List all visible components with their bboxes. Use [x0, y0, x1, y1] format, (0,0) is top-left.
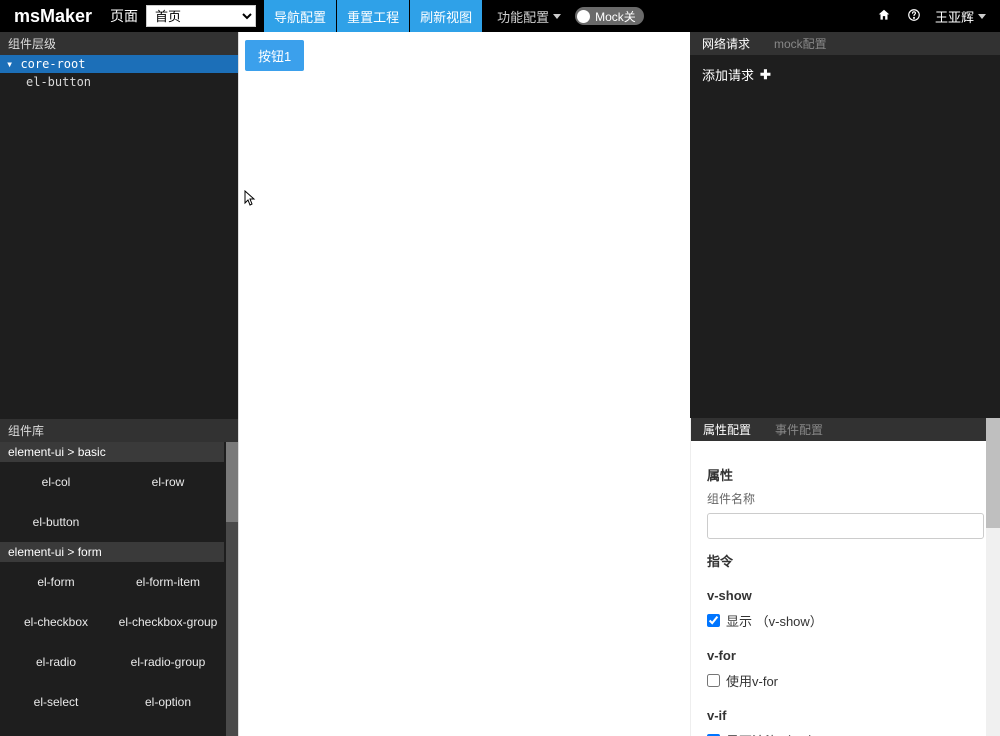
lib-item[interactable]: el-select — [0, 682, 112, 722]
mock-toggle[interactable]: Mock关 — [575, 7, 644, 25]
tree-node-child[interactable]: el-button — [0, 73, 238, 91]
tab-event-config[interactable]: 事件配置 — [763, 418, 835, 441]
right-panel: 网络请求 mock配置 添加请求✚ 属性配置 事件配置 属性 组件名称 指令 v… — [690, 32, 1000, 736]
directive-section-title: 指令 — [707, 551, 984, 570]
cursor-icon — [244, 190, 256, 209]
refresh-view-button[interactable]: 刷新视图 — [410, 0, 482, 32]
request-panel: 网络请求 mock配置 添加请求✚ — [690, 32, 1000, 418]
tab-network-request[interactable]: 网络请求 — [690, 32, 762, 55]
canvas[interactable]: 按钮1 — [238, 32, 690, 736]
tab-attr-config[interactable]: 属性配置 — [691, 418, 763, 441]
help-icon[interactable] — [907, 8, 921, 25]
plus-icon: ✚ — [760, 67, 771, 83]
vshow-checkbox[interactable]: 显示 （v-show） — [707, 611, 984, 630]
vif-checkbox[interactable]: 是否渲染（v-if） — [707, 731, 984, 736]
library-header: 组件库 — [0, 419, 238, 442]
nav-config-button[interactable]: 导航配置 — [264, 0, 336, 32]
lib-item[interactable]: el-form — [0, 562, 112, 602]
lib-group: element-ui > basic el-col el-row el-butt… — [0, 442, 238, 542]
vif-title: v-if — [707, 708, 984, 723]
lib-item[interactable]: el-radio — [0, 642, 112, 682]
lib-item[interactable]: el-form-item — [112, 562, 224, 602]
component-name-label: 组件名称 — [707, 490, 984, 507]
lib-item[interactable]: el-option — [112, 682, 224, 722]
brand: msMaker — [0, 6, 106, 27]
lib-item[interactable]: el-checkbox-group — [112, 602, 224, 642]
attr-section-title: 属性 — [707, 465, 984, 484]
lib-group: element-ui > form el-form el-form-item e… — [0, 542, 238, 736]
vfor-title: v-for — [707, 648, 984, 663]
vshow-title: v-show — [707, 588, 984, 603]
hierarchy-tree: core-root el-button — [0, 55, 238, 419]
lib-item[interactable]: el-checkbox — [0, 602, 112, 642]
left-panel: 组件层级 core-root el-button 组件库 element-ui … — [0, 32, 238, 736]
canvas-button[interactable]: 按钮1 — [245, 40, 304, 71]
chevron-down-icon — [978, 14, 986, 19]
component-name-input[interactable] — [707, 513, 984, 539]
lib-item[interactable]: el-radio-group — [112, 642, 224, 682]
library: element-ui > basic el-col el-row el-butt… — [0, 442, 238, 736]
reset-project-button[interactable]: 重置工程 — [337, 0, 409, 32]
topbar: msMaker 页面 首页 导航配置 重置工程 刷新视图 功能配置 Mock关 … — [0, 0, 1000, 32]
page-label: 页面 — [106, 6, 146, 26]
tab-mock-config[interactable]: mock配置 — [762, 32, 839, 55]
vfor-checkbox[interactable]: 使用v-for — [707, 671, 984, 690]
lib-group-header[interactable]: element-ui > basic — [0, 442, 224, 462]
user-menu[interactable]: 王亚辉 — [935, 7, 986, 26]
property-scrollbar[interactable] — [986, 418, 1000, 736]
toggle-dot-icon — [577, 10, 590, 23]
lib-group-header[interactable]: element-ui > form — [0, 542, 224, 562]
lib-item[interactable]: el-col — [0, 462, 112, 502]
lib-item[interactable]: el-button — [0, 502, 112, 542]
home-icon[interactable] — [877, 8, 891, 25]
lib-item[interactable]: el-row — [112, 462, 224, 502]
tree-node-root[interactable]: core-root — [0, 55, 238, 73]
hierarchy-header: 组件层级 — [0, 32, 238, 55]
page-select[interactable]: 首页 — [146, 5, 256, 27]
lib-item[interactable]: el-input — [0, 722, 112, 736]
property-panel: 属性配置 事件配置 属性 组件名称 指令 v-show 显示 （v-show） … — [690, 418, 1000, 736]
add-request-button[interactable]: 添加请求✚ — [690, 55, 1000, 94]
chevron-down-icon — [553, 14, 561, 19]
func-config-menu[interactable]: 功能配置 — [497, 7, 561, 26]
library-scrollbar[interactable] — [226, 442, 238, 736]
lib-item[interactable]: el-switch — [112, 722, 224, 736]
